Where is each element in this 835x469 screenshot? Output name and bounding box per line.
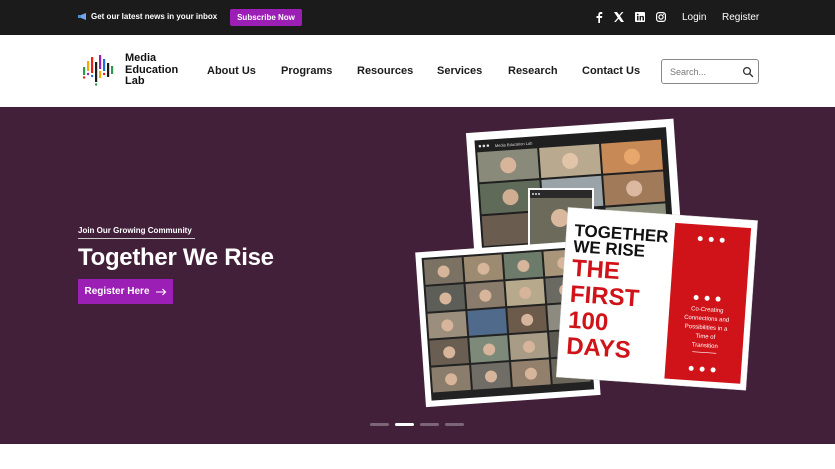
slide-dot-2[interactable]: [395, 423, 414, 426]
nav-about-us[interactable]: About Us: [207, 65, 256, 77]
login-link[interactable]: Login: [682, 12, 706, 23]
newsletter-promo: Get our latest news in your inbox: [78, 12, 217, 21]
slide-dot-4[interactable]: [445, 423, 464, 426]
linkedin-icon[interactable]: [634, 11, 646, 23]
arrow-right-icon: [155, 288, 166, 295]
subscribe-button[interactable]: Subscribe Now: [230, 9, 302, 26]
svg-text:DAYS: DAYS: [565, 333, 631, 364]
nav-contact-us[interactable]: Contact Us: [582, 65, 640, 77]
search-box: [661, 59, 759, 84]
register-link[interactable]: Register: [722, 12, 759, 23]
nav-programs[interactable]: Programs: [281, 65, 332, 77]
logo-text[interactable]: Media Education Lab: [125, 52, 195, 88]
x-icon[interactable]: [613, 11, 625, 23]
nav-services[interactable]: Services: [437, 65, 482, 77]
hero-collage-image: Media Education Lab TOGETHER WE RISE THE…: [415, 118, 758, 408]
nav-resources[interactable]: Resources: [357, 65, 413, 77]
facebook-icon[interactable]: [593, 11, 605, 23]
newsletter-text: Get our latest news in your inbox: [91, 12, 218, 21]
register-here-button[interactable]: Register Here: [78, 279, 173, 304]
instagram-icon[interactable]: [655, 11, 667, 23]
eyebrow-divider: [78, 238, 195, 239]
logo-icon[interactable]: [82, 54, 114, 88]
top-bar: Get our latest news in your inbox Subscr…: [0, 0, 835, 35]
svg-text:100: 100: [567, 307, 609, 337]
hero-title: Together We Rise: [78, 244, 274, 271]
megaphone-icon: [78, 13, 86, 20]
slider-pagination: [370, 423, 464, 426]
slide-dot-1[interactable]: [370, 423, 389, 426]
search-input[interactable]: [670, 64, 740, 79]
hero-eyebrow: Join Our Growing Community: [78, 226, 192, 235]
slide-dot-3[interactable]: [420, 423, 439, 426]
nav-research[interactable]: Research: [508, 65, 558, 77]
search-icon[interactable]: [742, 66, 754, 78]
